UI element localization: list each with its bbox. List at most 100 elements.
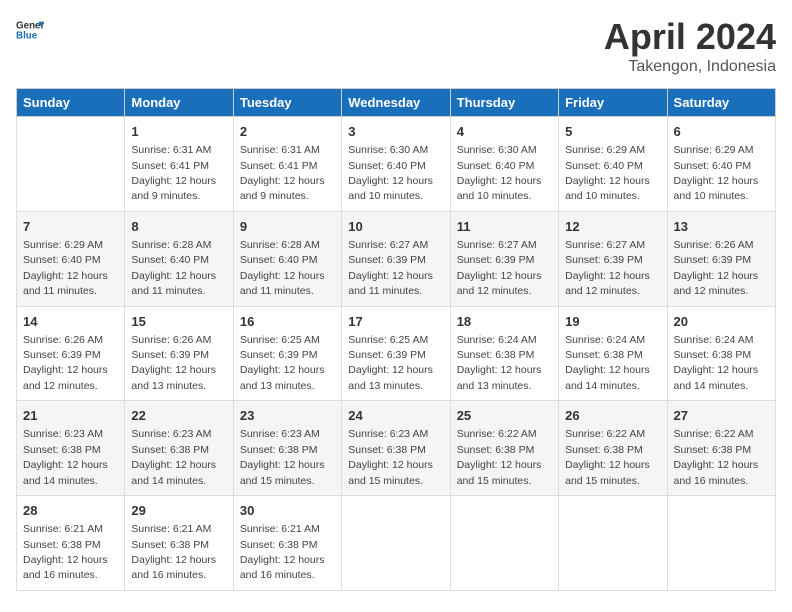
svg-text:Blue: Blue	[16, 30, 38, 41]
calendar-cell: 26 Sunrise: 6:22 AMSunset: 6:38 PMDayligh…	[559, 401, 667, 496]
sunrise-info: Sunrise: 6:29 AMSunset: 6:40 PMDaylight:…	[565, 144, 650, 202]
day-number: 22	[131, 407, 226, 425]
calendar-week-row: 7 Sunrise: 6:29 AMSunset: 6:40 PMDaylight…	[17, 211, 776, 306]
day-number: 8	[131, 218, 226, 236]
day-number: 29	[131, 502, 226, 520]
day-number: 23	[240, 407, 335, 425]
day-number: 15	[131, 313, 226, 331]
calendar-cell: 14Sunrise: 6:26 AMSunset: 6:39 PMDayligh…	[17, 306, 125, 401]
calendar-cell	[17, 117, 125, 212]
sunrise-info: Sunrise: 6:26 AMSunset: 6:39 PMDaylight:…	[131, 334, 216, 392]
sunrise-info: Sunrise: 6:26 AMSunset: 6:39 PMDaylight:…	[23, 334, 108, 392]
day-number: 28	[23, 502, 118, 520]
day-number: 1	[131, 123, 226, 141]
sunrise-info: Sunrise: 6:26 AMSunset: 6:39 PMDaylight:…	[674, 239, 759, 297]
calendar-cell: 22 Sunrise: 6:23 AMSunset: 6:38 PMDayligh…	[125, 401, 233, 496]
sunrise-info: Sunrise: 6:29 AMSunset: 6:40 PMDaylight:…	[23, 239, 108, 297]
calendar-cell	[342, 496, 450, 591]
column-header-sunday: Sunday	[17, 89, 125, 117]
calendar-cell: 10 Sunrise: 6:27 AMSunset: 6:39 PMDayligh…	[342, 211, 450, 306]
calendar-cell: 2 Sunrise: 6:31 AMSunset: 6:41 PMDaylight…	[233, 117, 341, 212]
day-number: 17	[348, 313, 443, 331]
day-number: 4	[457, 123, 552, 141]
column-header-tuesday: Tuesday	[233, 89, 341, 117]
sunrise-info: Sunrise: 6:28 AMSunset: 6:40 PMDaylight:…	[131, 239, 216, 297]
calendar-cell: 23 Sunrise: 6:23 AMSunset: 6:38 PMDayligh…	[233, 401, 341, 496]
sunrise-info: Sunrise: 6:25 AMSunset: 6:39 PMDaylight:…	[240, 334, 325, 392]
day-number: 9	[240, 218, 335, 236]
calendar-cell: 29Sunrise: 6:21 AMSunset: 6:38 PMDayligh…	[125, 496, 233, 591]
day-number: 26	[565, 407, 660, 425]
calendar-cell: 1 Sunrise: 6:31 AMSunset: 6:41 PMDaylight…	[125, 117, 233, 212]
sunrise-info: Sunrise: 6:29 AMSunset: 6:40 PMDaylight:…	[674, 144, 759, 202]
day-number: 3	[348, 123, 443, 141]
sunrise-info: Sunrise: 6:22 AMSunset: 6:38 PMDaylight:…	[565, 428, 650, 486]
sunrise-info: Sunrise: 6:23 AMSunset: 6:38 PMDaylight:…	[348, 428, 433, 486]
day-number: 27	[674, 407, 769, 425]
sunrise-info: Sunrise: 6:23 AMSunset: 6:38 PMDaylight:…	[131, 428, 216, 486]
calendar-cell: 24 Sunrise: 6:23 AMSunset: 6:38 PMDayligh…	[342, 401, 450, 496]
sunrise-info: Sunrise: 6:31 AMSunset: 6:41 PMDaylight:…	[240, 144, 325, 202]
sunrise-info: Sunrise: 6:27 AMSunset: 6:39 PMDaylight:…	[348, 239, 433, 297]
day-number: 19	[565, 313, 660, 331]
header: General Blue April 2024 Takengon, Indone…	[16, 16, 776, 76]
day-number: 21	[23, 407, 118, 425]
day-number: 6	[674, 123, 769, 141]
calendar-cell: 20Sunrise: 6:24 AMSunset: 6:38 PMDayligh…	[667, 306, 775, 401]
day-number: 10	[348, 218, 443, 236]
day-number: 24	[348, 407, 443, 425]
day-number: 7	[23, 218, 118, 236]
day-number: 5	[565, 123, 660, 141]
calendar-cell: 11Sunrise: 6:27 AMSunset: 6:39 PMDayligh…	[450, 211, 558, 306]
column-header-wednesday: Wednesday	[342, 89, 450, 117]
sunrise-info: Sunrise: 6:30 AMSunset: 6:40 PMDaylight:…	[348, 144, 433, 202]
day-number: 30	[240, 502, 335, 520]
calendar-cell: 12 Sunrise: 6:27 AMSunset: 6:39 PMDayligh…	[559, 211, 667, 306]
sunrise-info: Sunrise: 6:23 AMSunset: 6:38 PMDaylight:…	[23, 428, 108, 486]
calendar-cell: 5 Sunrise: 6:29 AMSunset: 6:40 PMDaylight…	[559, 117, 667, 212]
logo-icon: General Blue	[16, 16, 44, 44]
sunrise-info: Sunrise: 6:30 AMSunset: 6:40 PMDaylight:…	[457, 144, 542, 202]
sunrise-info: Sunrise: 6:27 AMSunset: 6:39 PMDaylight:…	[565, 239, 650, 297]
sunrise-info: Sunrise: 6:28 AMSunset: 6:40 PMDaylight:…	[240, 239, 325, 297]
day-number: 18	[457, 313, 552, 331]
day-number: 20	[674, 313, 769, 331]
sunrise-info: Sunrise: 6:23 AMSunset: 6:38 PMDaylight:…	[240, 428, 325, 486]
calendar-week-row: 28 Sunrise: 6:21 AMSunset: 6:38 PMDayligh…	[17, 496, 776, 591]
day-number: 16	[240, 313, 335, 331]
day-number: 25	[457, 407, 552, 425]
column-header-monday: Monday	[125, 89, 233, 117]
calendar-cell: 16 Sunrise: 6:25 AMSunset: 6:39 PMDayligh…	[233, 306, 341, 401]
calendar-cell: 4 Sunrise: 6:30 AMSunset: 6:40 PMDaylight…	[450, 117, 558, 212]
calendar-week-row: 14Sunrise: 6:26 AMSunset: 6:39 PMDayligh…	[17, 306, 776, 401]
page-subtitle: Takengon, Indonesia	[604, 58, 776, 76]
day-number: 13	[674, 218, 769, 236]
calendar-table: SundayMondayTuesdayWednesdayThursdayFrid…	[16, 88, 776, 591]
sunrise-info: Sunrise: 6:24 AMSunset: 6:38 PMDaylight:…	[457, 334, 542, 392]
calendar-week-row: 21 Sunrise: 6:23 AMSunset: 6:38 PMDayligh…	[17, 401, 776, 496]
calendar-cell: 17 Sunrise: 6:25 AMSunset: 6:39 PMDayligh…	[342, 306, 450, 401]
sunrise-info: Sunrise: 6:25 AMSunset: 6:39 PMDaylight:…	[348, 334, 433, 392]
sunrise-info: Sunrise: 6:24 AMSunset: 6:38 PMDaylight:…	[565, 334, 650, 392]
calendar-cell: 15 Sunrise: 6:26 AMSunset: 6:39 PMDayligh…	[125, 306, 233, 401]
day-number: 2	[240, 123, 335, 141]
calendar-header-row: SundayMondayTuesdayWednesdayThursdayFrid…	[17, 89, 776, 117]
column-header-thursday: Thursday	[450, 89, 558, 117]
sunrise-info: Sunrise: 6:22 AMSunset: 6:38 PMDaylight:…	[674, 428, 759, 486]
calendar-cell: 28 Sunrise: 6:21 AMSunset: 6:38 PMDayligh…	[17, 496, 125, 591]
column-header-friday: Friday	[559, 89, 667, 117]
calendar-cell	[667, 496, 775, 591]
calendar-cell: 21 Sunrise: 6:23 AMSunset: 6:38 PMDayligh…	[17, 401, 125, 496]
day-number: 12	[565, 218, 660, 236]
sunrise-info: Sunrise: 6:31 AMSunset: 6:41 PMDaylight:…	[131, 144, 216, 202]
sunrise-info: Sunrise: 6:22 AMSunset: 6:38 PMDaylight:…	[457, 428, 542, 486]
sunrise-info: Sunrise: 6:21 AMSunset: 6:38 PMDaylight:…	[240, 523, 325, 581]
title-area: April 2024 Takengon, Indonesia	[604, 16, 776, 76]
calendar-cell: 13 Sunrise: 6:26 AMSunset: 6:39 PMDayligh…	[667, 211, 775, 306]
calendar-cell: 3 Sunrise: 6:30 AMSunset: 6:40 PMDaylight…	[342, 117, 450, 212]
sunrise-info: Sunrise: 6:21 AMSunset: 6:38 PMDaylight:…	[23, 523, 108, 581]
calendar-cell: 9 Sunrise: 6:28 AMSunset: 6:40 PMDaylight…	[233, 211, 341, 306]
calendar-cell: 6 Sunrise: 6:29 AMSunset: 6:40 PMDaylight…	[667, 117, 775, 212]
calendar-cell: 19 Sunrise: 6:24 AMSunset: 6:38 PMDayligh…	[559, 306, 667, 401]
logo: General Blue	[16, 16, 44, 44]
